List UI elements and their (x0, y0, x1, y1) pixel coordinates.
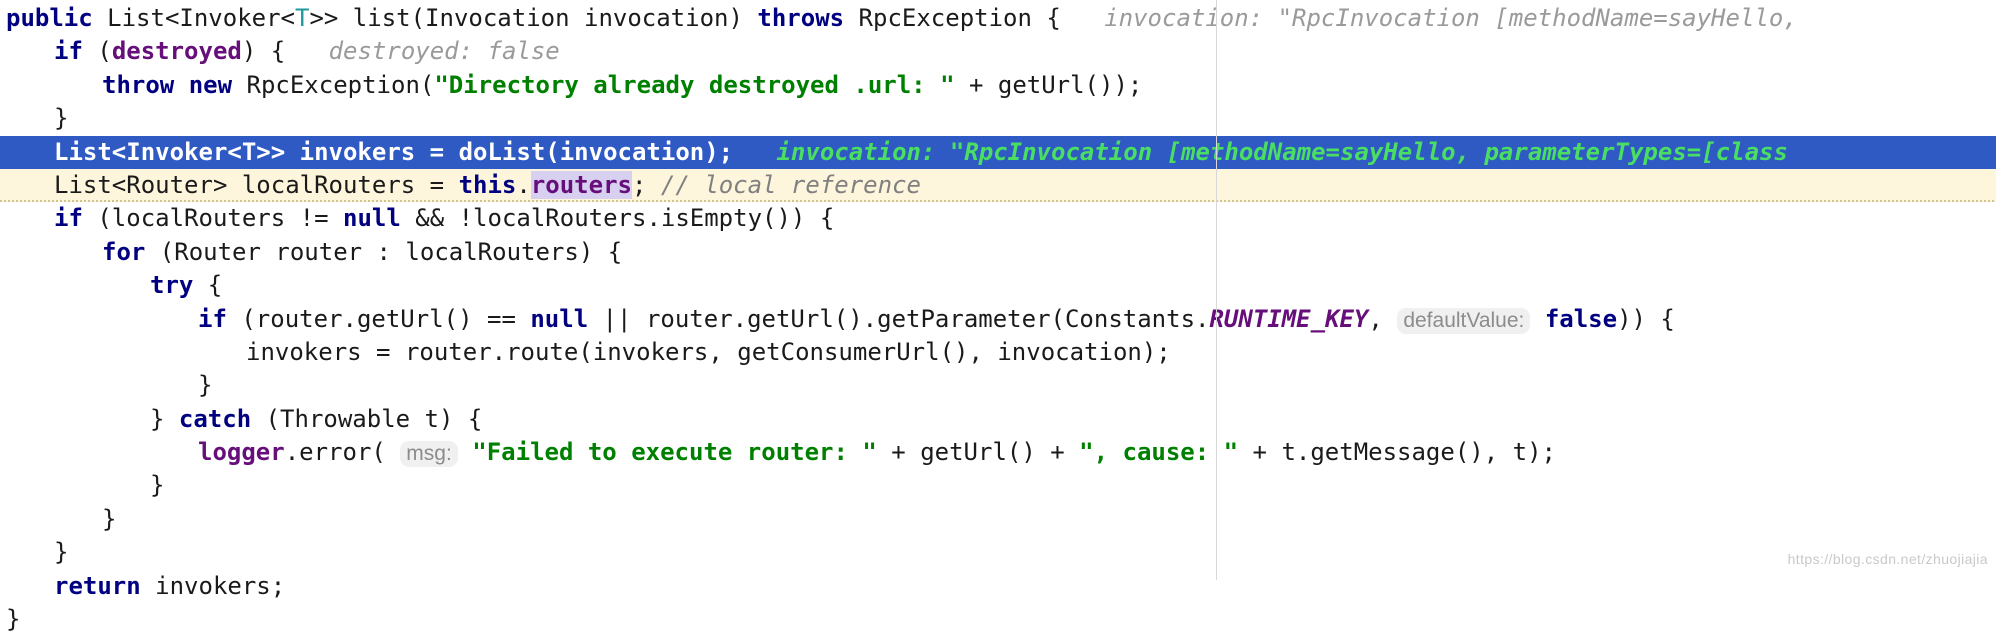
code-line[interactable]: if (router.getUrl() == null || router.ge… (0, 303, 1996, 336)
code-token: >> list(Invocation invocation) (309, 4, 758, 32)
code-keyword: if (54, 204, 98, 233)
code-token: } (54, 104, 69, 133)
code-token: ( (97, 37, 112, 66)
code-token: List<Invoker< (107, 4, 295, 32)
code-line[interactable]: if (localRouters != null && !localRouter… (0, 202, 1996, 235)
code-line[interactable]: try { (0, 269, 1996, 302)
code-string: "Failed to execute router: " (472, 438, 877, 467)
code-token: } (6, 605, 21, 634)
code-line[interactable]: public List<Invoker<T>> list(Invocation … (0, 2, 1996, 35)
inline-parameter-hint: defaultValue: (1397, 307, 1531, 334)
code-line[interactable]: for (Router router : localRouters) { (0, 236, 1996, 269)
code-token: (localRouters != (97, 204, 343, 233)
code-keyword: try (150, 271, 208, 300)
code-token: (Router router : localRouters) { (159, 237, 623, 266)
code-token: } (102, 504, 117, 533)
code-line[interactable]: } (0, 603, 1996, 636)
code-line[interactable]: logger.error( msg: "Failed to execute ro… (0, 436, 1996, 469)
code-line[interactable]: invokers = router.route(invokers, getCon… (0, 336, 1996, 369)
code-keyword: return (54, 571, 156, 600)
code-token: } (150, 404, 179, 433)
code-token: + getUrl()); (954, 70, 1143, 99)
code-token: { (207, 271, 223, 300)
code-line[interactable]: } (0, 102, 1996, 135)
code-line[interactable]: } (0, 369, 1996, 402)
code-token: } (198, 371, 213, 400)
inline-parameter-hint: destroyed: false (285, 37, 560, 66)
code-token: RpcException( (246, 70, 435, 99)
code-line[interactable]: } (0, 469, 1996, 502)
inline-parameter-hint: msg: (400, 441, 458, 468)
code-token: } (54, 538, 69, 567)
code-token: )) { (1617, 304, 1675, 333)
code-token: + t.getMessage(), t); (1238, 438, 1556, 467)
code-keyword: null (530, 304, 603, 333)
inline-parameter-hint: invocation: "RpcInvocation [methodName=s… (1060, 4, 1798, 32)
code-token: && !localRouters.isEmpty()) { (415, 204, 835, 233)
code-token: routers (530, 170, 632, 199)
code-token: RpcException { (858, 4, 1061, 32)
code-keyword: false (1544, 304, 1618, 333)
code-line[interactable]: List<Router> localRouters = this.routers… (0, 168, 1996, 203)
code-token: , (1368, 304, 1398, 333)
code-token: ) { (241, 37, 286, 66)
code-token: } (150, 471, 165, 500)
code-token: destroyed (111, 37, 242, 66)
code-token: . (516, 170, 531, 199)
code-keyword: for (102, 237, 160, 266)
code-line[interactable]: throw new RpcException("Directory alread… (0, 69, 1996, 102)
code-token: + getUrl() + (876, 438, 1080, 467)
inline-parameter-hint: invocation: "RpcInvocation [methodName=s… (733, 137, 1788, 166)
code-keyword: null (343, 204, 416, 233)
code-keyword: throw new (102, 70, 247, 99)
code-token: .error( (284, 438, 401, 467)
code-line[interactable]: return invokers; (0, 570, 1996, 603)
code-line[interactable]: } (0, 503, 1996, 536)
code-token: || router.getUrl().getParameter(Constant… (602, 304, 1210, 333)
code-line[interactable]: } catch (Throwable t) { (0, 403, 1996, 436)
code-token: (router.getUrl() == (241, 304, 531, 333)
code-line[interactable]: if (destroyed) { destroyed: false (0, 35, 1996, 68)
code-string: ", cause: " (1079, 438, 1239, 467)
code-line[interactable]: List<Invoker<T>> invokers = doList(invoc… (0, 135, 1996, 169)
code-keyword: public (6, 4, 108, 32)
code-string: "Directory already destroyed .url: " (434, 70, 955, 99)
code-keyword: if (54, 37, 98, 66)
code-keyword: throws (757, 4, 859, 32)
code-token: T (295, 4, 310, 32)
code-token: logger (198, 438, 285, 467)
code-token: invokers; (155, 571, 286, 600)
code-keyword: if (198, 304, 242, 333)
code-token: List<Invoker<T>> invokers = doList(invoc… (54, 137, 734, 166)
code-editor-pane[interactable]: public List<Invoker<T>> list(Invocation … (0, 0, 1996, 633)
code-line[interactable]: } (0, 536, 1996, 569)
watermark-text: https://blog.csdn.net/zhuojiajia (1787, 550, 1988, 567)
code-token: (Throwable t) { (265, 404, 483, 433)
code-comment: // local reference (660, 170, 921, 199)
code-token: invokers = router.route(invokers, getCon… (246, 337, 1171, 366)
code-keyword: this (458, 170, 517, 199)
code-keyword: catch (178, 404, 266, 433)
code-token: ; (631, 170, 661, 199)
code-token: RUNTIME_KEY (1209, 304, 1369, 333)
code-token: List<Router> localRouters = (54, 170, 459, 199)
code-line-list: public List<Invoker<T>> list(Invocation … (0, 2, 1996, 636)
